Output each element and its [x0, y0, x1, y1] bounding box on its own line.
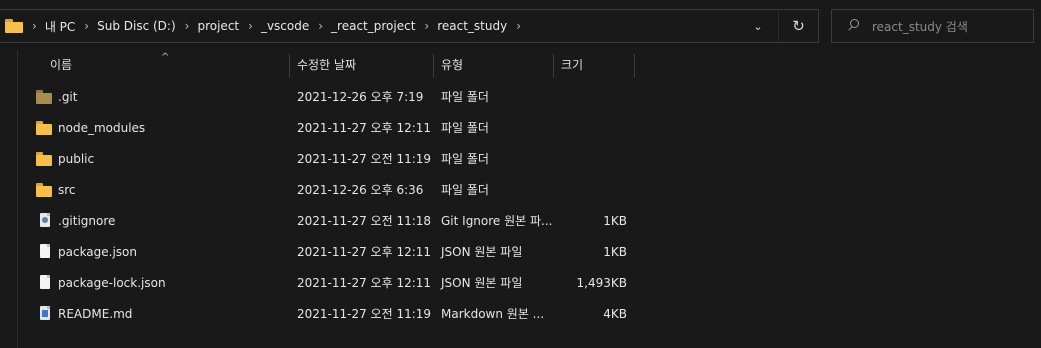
file-name[interactable]: README.md: [58, 299, 132, 330]
breadcrumb-item[interactable]: _react_project: [331, 19, 415, 33]
search-placeholder: react_study 검색: [872, 19, 968, 34]
breadcrumb-item[interactable]: Sub Disc (D:): [97, 19, 176, 33]
column-header-type[interactable]: 유형: [441, 50, 463, 80]
file-date: 2021-12-26 오후 7:19: [297, 90, 424, 104]
file-date: 2021-11-27 오후 12:11: [297, 276, 432, 290]
file-date: 2021-12-26 오후 6:36: [297, 183, 424, 197]
chevron-right-icon[interactable]: ›: [424, 19, 429, 33]
file-date: 2021-11-27 오전 11:19: [297, 307, 432, 321]
file-size: 4KB: [603, 307, 627, 321]
file-name[interactable]: .gitignore: [58, 206, 115, 237]
file-icon: [40, 275, 50, 289]
folder-icon: [36, 183, 52, 197]
breadcrumb-item[interactable]: project: [197, 19, 239, 33]
markdown-file-icon: [40, 306, 50, 320]
chevron-right-icon[interactable]: ›: [32, 19, 37, 33]
list-item[interactable]: package-lock.json 2021-11-27 오후 12:11 JS…: [0, 268, 1041, 299]
file-name[interactable]: public: [58, 144, 94, 175]
list-item[interactable]: .git 2021-12-26 오후 7:19 파일 폴더: [0, 82, 1041, 113]
file-name[interactable]: .git: [58, 82, 77, 113]
folder-icon: [5, 19, 23, 33]
breadcrumb: › 내 PC › Sub Disc (D:) › project › _vsco…: [0, 10, 529, 42]
folder-icon: [36, 90, 52, 104]
file-type: 파일 폴더: [441, 152, 489, 166]
file-date: 2021-11-27 오후 12:11: [297, 245, 432, 259]
file-date: 2021-11-27 오전 11:19: [297, 152, 432, 166]
file-size: 1,493KB: [576, 276, 627, 290]
breadcrumb-item[interactable]: _vscode: [261, 19, 309, 33]
list-item[interactable]: package.json 2021-11-27 오후 12:11 JSON 원본…: [0, 237, 1041, 268]
file-type: 파일 폴더: [441, 90, 489, 104]
file-name[interactable]: package.json: [58, 237, 137, 268]
column-divider[interactable]: [289, 54, 290, 78]
list-item[interactable]: node_modules 2021-11-27 오후 12:11 파일 폴더: [0, 113, 1041, 144]
chevron-right-icon[interactable]: ›: [318, 19, 323, 33]
file-date: 2021-11-27 오후 12:11: [297, 121, 432, 135]
column-divider[interactable]: [433, 54, 434, 78]
refresh-icon[interactable]: ↻: [778, 10, 818, 42]
gitignore-file-icon: [40, 213, 50, 227]
list-item[interactable]: src 2021-12-26 오후 6:36 파일 폴더: [0, 175, 1041, 206]
column-divider[interactable]: [553, 54, 554, 78]
file-name[interactable]: src: [58, 175, 76, 206]
search-input[interactable]: react_study 검색: [831, 9, 1034, 43]
file-type: JSON 원본 파일: [441, 276, 523, 290]
list-item[interactable]: .gitignore 2021-11-27 오전 11:18 Git Ignor…: [0, 206, 1041, 237]
column-header-size[interactable]: 크기: [561, 50, 583, 80]
file-name[interactable]: package-lock.json: [58, 268, 166, 299]
address-actions: ⌄ ↻: [738, 10, 818, 42]
search-icon: [846, 19, 860, 33]
file-date: 2021-11-27 오전 11:18: [297, 214, 432, 228]
toolbar: › 내 PC › Sub Disc (D:) › project › _vsco…: [0, 0, 1041, 50]
column-header: ^ 이름 수정한 날짜 유형 크기: [0, 50, 1041, 82]
file-type: 파일 폴더: [441, 183, 489, 197]
file-icon: [40, 244, 50, 258]
chevron-right-icon[interactable]: ›: [185, 19, 190, 33]
chevron-down-icon[interactable]: ⌄: [738, 20, 778, 33]
breadcrumb-item[interactable]: 내 PC: [45, 18, 75, 35]
breadcrumb-item[interactable]: react_study: [437, 19, 507, 33]
file-list: .git 2021-12-26 오후 7:19 파일 폴더 node_modul…: [0, 82, 1041, 330]
file-type: Markdown 원본 ...: [441, 307, 545, 321]
column-header-date[interactable]: 수정한 날짜: [297, 50, 356, 80]
file-type: 파일 폴더: [441, 121, 489, 135]
chevron-right-icon[interactable]: ›: [248, 19, 253, 33]
file-size: 1KB: [603, 245, 627, 259]
folder-icon: [36, 121, 52, 135]
sort-ascending-icon: ^: [161, 52, 170, 63]
chevron-right-icon[interactable]: ›: [84, 19, 89, 33]
column-header-name[interactable]: 이름: [50, 50, 72, 80]
list-item[interactable]: README.md 2021-11-27 오전 11:19 Markdown 원…: [0, 299, 1041, 330]
list-item[interactable]: public 2021-11-27 오전 11:19 파일 폴더: [0, 144, 1041, 175]
address-bar[interactable]: › 내 PC › Sub Disc (D:) › project › _vsco…: [0, 9, 819, 43]
column-divider[interactable]: [634, 54, 635, 78]
file-size: 1KB: [603, 214, 627, 228]
chevron-right-icon[interactable]: ›: [516, 19, 521, 33]
file-type: Git Ignore 원본 파...: [441, 214, 553, 228]
file-type: JSON 원본 파일: [441, 245, 523, 259]
file-name[interactable]: node_modules: [58, 113, 145, 144]
folder-icon: [36, 152, 52, 166]
